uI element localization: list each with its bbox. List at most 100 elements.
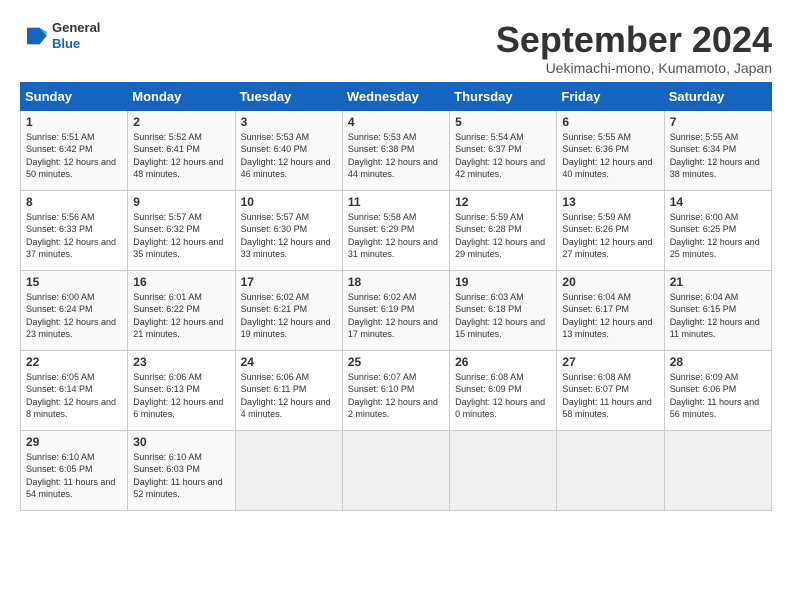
calendar-cell: 25 Sunrise: 6:07 AMSunset: 6:10 PMDaylig… — [342, 350, 449, 430]
cell-content: Sunrise: 6:05 AMSunset: 6:14 PMDaylight:… — [26, 372, 116, 420]
cell-content: Sunrise: 5:57 AMSunset: 6:32 PMDaylight:… — [133, 212, 223, 260]
calendar-table: SundayMondayTuesdayWednesdayThursdayFrid… — [20, 82, 772, 511]
day-number: 22 — [26, 355, 122, 369]
calendar-cell: 12 Sunrise: 5:59 AMSunset: 6:28 PMDaylig… — [450, 190, 557, 270]
cell-content: Sunrise: 6:10 AMSunset: 6:03 PMDaylight:… — [133, 452, 222, 500]
calendar-cell: 11 Sunrise: 5:58 AMSunset: 6:29 PMDaylig… — [342, 190, 449, 270]
calendar-week-row: 29 Sunrise: 6:10 AMSunset: 6:05 PMDaylig… — [21, 430, 772, 510]
calendar-cell: 30 Sunrise: 6:10 AMSunset: 6:03 PMDaylig… — [128, 430, 235, 510]
calendar-cell: 19 Sunrise: 6:03 AMSunset: 6:18 PMDaylig… — [450, 270, 557, 350]
cell-content: Sunrise: 5:59 AMSunset: 6:28 PMDaylight:… — [455, 212, 545, 260]
cell-content: Sunrise: 6:10 AMSunset: 6:05 PMDaylight:… — [26, 452, 115, 500]
calendar-cell: 17 Sunrise: 6:02 AMSunset: 6:21 PMDaylig… — [235, 270, 342, 350]
calendar-week-row: 1 Sunrise: 5:51 AMSunset: 6:42 PMDayligh… — [21, 110, 772, 190]
calendar-week-row: 8 Sunrise: 5:56 AMSunset: 6:33 PMDayligh… — [21, 190, 772, 270]
cell-content: Sunrise: 5:51 AMSunset: 6:42 PMDaylight:… — [26, 132, 116, 180]
calendar-cell: 9 Sunrise: 5:57 AMSunset: 6:32 PMDayligh… — [128, 190, 235, 270]
day-number: 26 — [455, 355, 551, 369]
calendar-cell: 14 Sunrise: 6:00 AMSunset: 6:25 PMDaylig… — [664, 190, 771, 270]
day-number: 6 — [562, 115, 658, 129]
calendar-subtitle: Uekimachi-mono, Kumamoto, Japan — [496, 60, 772, 76]
day-number: 13 — [562, 195, 658, 209]
day-number: 10 — [241, 195, 337, 209]
cell-content: Sunrise: 6:02 AMSunset: 6:21 PMDaylight:… — [241, 292, 331, 340]
day-number: 7 — [670, 115, 766, 129]
day-number: 1 — [26, 115, 122, 129]
page-header: General Blue September 2024 Uekimachi-mo… — [20, 20, 772, 76]
calendar-cell: 6 Sunrise: 5:55 AMSunset: 6:36 PMDayligh… — [557, 110, 664, 190]
logo-icon — [20, 22, 48, 50]
day-number: 23 — [133, 355, 229, 369]
cell-content: Sunrise: 6:09 AMSunset: 6:06 PMDaylight:… — [670, 372, 759, 420]
calendar-cell: 28 Sunrise: 6:09 AMSunset: 6:06 PMDaylig… — [664, 350, 771, 430]
calendar-week-row: 15 Sunrise: 6:00 AMSunset: 6:24 PMDaylig… — [21, 270, 772, 350]
calendar-cell: 22 Sunrise: 6:05 AMSunset: 6:14 PMDaylig… — [21, 350, 128, 430]
cell-content: Sunrise: 6:03 AMSunset: 6:18 PMDaylight:… — [455, 292, 545, 340]
cell-content: Sunrise: 5:56 AMSunset: 6:33 PMDaylight:… — [26, 212, 116, 260]
day-number: 12 — [455, 195, 551, 209]
calendar-cell: 2 Sunrise: 5:52 AMSunset: 6:41 PMDayligh… — [128, 110, 235, 190]
cell-content: Sunrise: 6:06 AMSunset: 6:13 PMDaylight:… — [133, 372, 223, 420]
day-number: 29 — [26, 435, 122, 449]
logo: General Blue — [20, 20, 100, 51]
cell-content: Sunrise: 5:57 AMSunset: 6:30 PMDaylight:… — [241, 212, 331, 260]
cell-content: Sunrise: 5:59 AMSunset: 6:26 PMDaylight:… — [562, 212, 652, 260]
calendar-cell: 24 Sunrise: 6:06 AMSunset: 6:11 PMDaylig… — [235, 350, 342, 430]
calendar-cell: 1 Sunrise: 5:51 AMSunset: 6:42 PMDayligh… — [21, 110, 128, 190]
day-number: 14 — [670, 195, 766, 209]
weekday-header: Friday — [557, 82, 664, 110]
calendar-cell: 16 Sunrise: 6:01 AMSunset: 6:22 PMDaylig… — [128, 270, 235, 350]
day-number: 18 — [348, 275, 444, 289]
day-number: 24 — [241, 355, 337, 369]
calendar-cell — [557, 430, 664, 510]
calendar-cell: 5 Sunrise: 5:54 AMSunset: 6:37 PMDayligh… — [450, 110, 557, 190]
calendar-week-row: 22 Sunrise: 6:05 AMSunset: 6:14 PMDaylig… — [21, 350, 772, 430]
calendar-cell: 20 Sunrise: 6:04 AMSunset: 6:17 PMDaylig… — [557, 270, 664, 350]
cell-content: Sunrise: 6:00 AMSunset: 6:25 PMDaylight:… — [670, 212, 760, 260]
day-number: 30 — [133, 435, 229, 449]
day-number: 25 — [348, 355, 444, 369]
cell-content: Sunrise: 5:52 AMSunset: 6:41 PMDaylight:… — [133, 132, 223, 180]
calendar-cell: 4 Sunrise: 5:53 AMSunset: 6:38 PMDayligh… — [342, 110, 449, 190]
calendar-cell — [664, 430, 771, 510]
day-number: 27 — [562, 355, 658, 369]
day-number: 20 — [562, 275, 658, 289]
cell-content: Sunrise: 5:53 AMSunset: 6:38 PMDaylight:… — [348, 132, 438, 180]
weekday-header: Thursday — [450, 82, 557, 110]
calendar-cell: 26 Sunrise: 6:08 AMSunset: 6:09 PMDaylig… — [450, 350, 557, 430]
calendar-cell: 29 Sunrise: 6:10 AMSunset: 6:05 PMDaylig… — [21, 430, 128, 510]
calendar-cell: 21 Sunrise: 6:04 AMSunset: 6:15 PMDaylig… — [664, 270, 771, 350]
cell-content: Sunrise: 6:06 AMSunset: 6:11 PMDaylight:… — [241, 372, 331, 420]
cell-content: Sunrise: 6:04 AMSunset: 6:17 PMDaylight:… — [562, 292, 652, 340]
calendar-cell: 18 Sunrise: 6:02 AMSunset: 6:19 PMDaylig… — [342, 270, 449, 350]
calendar-cell — [450, 430, 557, 510]
day-number: 15 — [26, 275, 122, 289]
cell-content: Sunrise: 6:02 AMSunset: 6:19 PMDaylight:… — [348, 292, 438, 340]
cell-content: Sunrise: 5:54 AMSunset: 6:37 PMDaylight:… — [455, 132, 545, 180]
cell-content: Sunrise: 6:07 AMSunset: 6:10 PMDaylight:… — [348, 372, 438, 420]
logo-text: General Blue — [52, 20, 100, 51]
cell-content: Sunrise: 6:01 AMSunset: 6:22 PMDaylight:… — [133, 292, 223, 340]
day-number: 17 — [241, 275, 337, 289]
weekday-header: Saturday — [664, 82, 771, 110]
title-section: September 2024 Uekimachi-mono, Kumamoto,… — [496, 20, 772, 76]
calendar-cell: 23 Sunrise: 6:06 AMSunset: 6:13 PMDaylig… — [128, 350, 235, 430]
weekday-header: Sunday — [21, 82, 128, 110]
calendar-cell: 3 Sunrise: 5:53 AMSunset: 6:40 PMDayligh… — [235, 110, 342, 190]
calendar-cell — [342, 430, 449, 510]
day-number: 28 — [670, 355, 766, 369]
calendar-cell: 15 Sunrise: 6:00 AMSunset: 6:24 PMDaylig… — [21, 270, 128, 350]
cell-content: Sunrise: 6:08 AMSunset: 6:07 PMDaylight:… — [562, 372, 651, 420]
calendar-cell: 7 Sunrise: 5:55 AMSunset: 6:34 PMDayligh… — [664, 110, 771, 190]
cell-content: Sunrise: 6:04 AMSunset: 6:15 PMDaylight:… — [670, 292, 760, 340]
day-number: 21 — [670, 275, 766, 289]
day-number: 8 — [26, 195, 122, 209]
cell-content: Sunrise: 5:55 AMSunset: 6:36 PMDaylight:… — [562, 132, 652, 180]
weekday-header: Tuesday — [235, 82, 342, 110]
cell-content: Sunrise: 6:00 AMSunset: 6:24 PMDaylight:… — [26, 292, 116, 340]
weekday-header-row: SundayMondayTuesdayWednesdayThursdayFrid… — [21, 82, 772, 110]
day-number: 3 — [241, 115, 337, 129]
weekday-header: Monday — [128, 82, 235, 110]
cell-content: Sunrise: 5:55 AMSunset: 6:34 PMDaylight:… — [670, 132, 760, 180]
day-number: 19 — [455, 275, 551, 289]
